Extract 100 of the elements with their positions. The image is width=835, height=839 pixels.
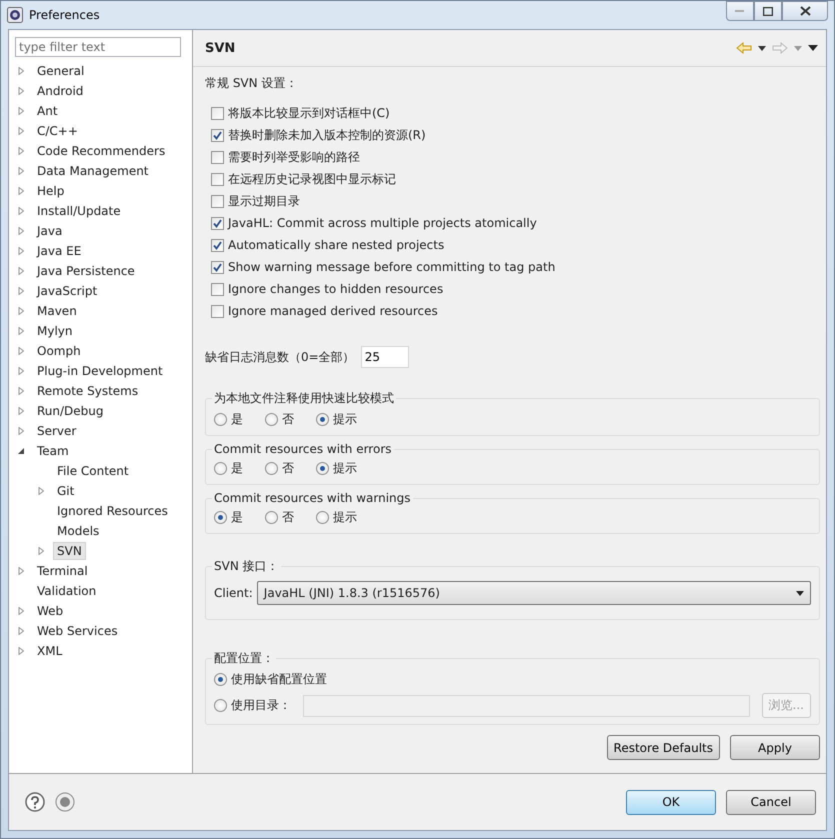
radio-button[interactable] [265,462,278,474]
radio-button[interactable] [214,699,227,712]
checkbox[interactable] [211,128,224,142]
tree-item[interactable]: Mylyn [33,322,76,340]
collapsed-arrow-icon[interactable] [17,607,25,615]
tree-item[interactable]: Help [33,182,68,200]
collapsed-arrow-icon[interactable] [37,487,45,495]
collapsed-arrow-icon[interactable] [17,427,25,435]
tree-item[interactable]: Java EE [33,242,86,260]
close-button[interactable] [782,1,828,21]
radio-button[interactable] [265,510,278,524]
tree-item[interactable]: Models [53,522,104,540]
tree-item[interactable]: Terminal [33,562,92,580]
checkbox[interactable] [211,260,224,274]
checkbox[interactable] [211,106,224,120]
tree-item[interactable]: Ignored Resources [53,502,172,520]
tree-item[interactable]: Code Recommenders [33,142,170,160]
radio-label: 提示 [333,460,357,476]
tree-item[interactable]: Ant [33,102,62,120]
view-menu-icon[interactable] [808,45,818,51]
collapsed-arrow-icon[interactable] [17,187,25,195]
collapsed-arrow-icon[interactable] [17,627,25,635]
tree-item[interactable]: JavaScript [33,282,102,300]
tree-item[interactable]: Server [33,422,80,440]
log-count-field[interactable]: 25 [360,346,409,368]
radio-button[interactable] [316,462,329,474]
collapsed-arrow-icon[interactable] [17,647,25,655]
checkbox[interactable] [211,238,224,252]
radio-button[interactable] [214,672,227,686]
tree-item[interactable]: Plug-in Development [33,362,167,380]
checkbox[interactable] [211,282,224,296]
tree-item[interactable]: Web [33,602,68,620]
collapsed-arrow-icon[interactable] [17,367,25,375]
checkbox-label: 在远程历史记录视图中显示标记 [228,170,396,188]
collapsed-arrow-icon[interactable] [37,547,45,555]
collapsed-arrow-icon[interactable] [17,567,25,575]
tree-item[interactable]: Git [53,482,78,500]
tree-item[interactable]: Team [33,442,73,460]
tree-item[interactable]: Java Persistence [33,262,139,280]
record-icon[interactable] [55,792,75,812]
tree-item[interactable]: File Content [53,462,133,480]
collapsed-arrow-icon[interactable] [17,107,25,115]
collapsed-arrow-icon[interactable] [17,407,25,415]
group-title: 为本地文件注释使用快速比较模式 [213,390,395,407]
filter-field[interactable]: type filter text [15,37,181,57]
radio-button[interactable] [214,412,227,426]
radio-button[interactable] [214,510,227,524]
collapsed-arrow-icon[interactable] [17,167,25,175]
maximize-button[interactable] [754,1,782,21]
tree-item[interactable]: Web Services [33,622,122,640]
radio-button[interactable] [265,412,278,426]
tree-item[interactable]: Remote Systems [33,382,142,400]
ok-button[interactable]: OK [626,790,716,814]
dropdown-caret-icon[interactable] [758,46,766,50]
tree-item[interactable]: Validation [33,582,100,600]
tree-item[interactable]: General [33,62,88,80]
collapsed-arrow-icon[interactable] [17,207,25,215]
collapsed-arrow-icon[interactable] [17,147,25,155]
tree-item[interactable]: SVN [53,542,86,560]
collapsed-arrow-icon[interactable] [17,67,25,75]
collapsed-arrow-icon[interactable] [17,347,25,355]
collapsed-arrow-icon[interactable] [17,267,25,275]
group-title: SVN 接口： [213,558,280,575]
tree-item[interactable]: Install/Update [33,202,125,220]
collapsed-arrow-icon[interactable] [17,387,25,395]
expanded-arrow-icon[interactable] [17,447,25,455]
forward-arrow-icon[interactable] [772,42,788,54]
collapsed-arrow-icon[interactable] [17,327,25,335]
tree-item[interactable]: Oomph [33,342,85,360]
client-dropdown[interactable]: JavaHL (JNI) 1.8.3 (r1516576) [256,581,811,605]
tree-item[interactable]: Android [33,82,88,100]
help-icon[interactable] [25,792,45,812]
tree-item[interactable]: Java [33,222,66,240]
checkbox[interactable] [211,194,224,208]
checkbox[interactable] [211,172,224,186]
checkbox[interactable] [211,216,224,230]
radio-button[interactable] [316,412,329,426]
collapsed-arrow-icon[interactable] [17,127,25,135]
tree-item[interactable]: XML [33,642,66,660]
checkbox[interactable] [211,304,224,318]
checkbox-label: 显示过期目录 [228,192,300,210]
back-arrow-icon[interactable] [736,42,752,54]
collapsed-arrow-icon[interactable] [17,307,25,315]
close-icon [800,6,810,16]
window-title: Preferences [29,8,100,22]
restore-defaults-button[interactable]: Restore Defaults [606,735,720,760]
radio-button[interactable] [316,510,329,524]
collapsed-arrow-icon[interactable] [17,247,25,255]
tree-item[interactable]: Data Management [33,162,153,180]
checkbox[interactable] [211,150,224,164]
tree-item[interactable]: Run/Debug [33,402,108,420]
collapsed-arrow-icon[interactable] [17,287,25,295]
cancel-button[interactable]: Cancel [726,790,816,814]
collapsed-arrow-icon[interactable] [17,227,25,235]
apply-button[interactable]: Apply [730,735,820,760]
tree-item[interactable]: C/C++ [33,122,82,140]
tree-item[interactable]: Maven [33,302,81,320]
collapsed-arrow-icon[interactable] [17,87,25,95]
checkbox-label: Ignore managed derived resources [228,304,438,318]
radio-button[interactable] [214,462,227,474]
